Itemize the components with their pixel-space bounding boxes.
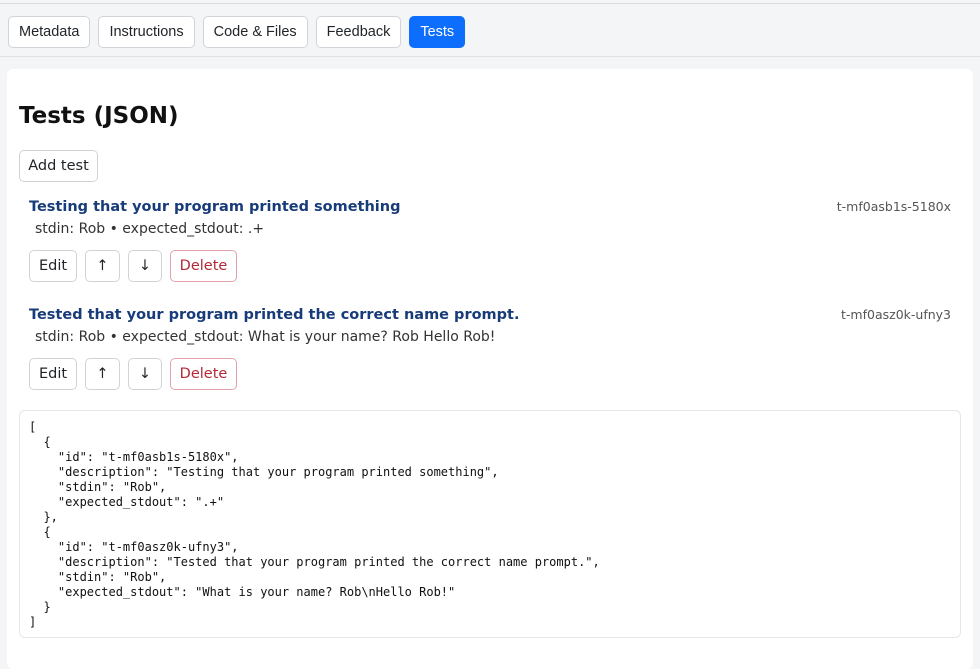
tab-instructions[interactable]: Instructions [98,16,195,48]
delete-button[interactable]: Delete [170,250,237,282]
page-title: Tests (JSON) [19,103,179,129]
top-border [0,3,980,4]
add-test-button[interactable]: Add test [19,150,98,182]
move-up-button[interactable]: ↑ [85,358,120,390]
test-description: Testing that your program printed someth… [29,199,401,215]
move-down-button[interactable]: ↓ [128,250,162,282]
edit-button[interactable]: Edit [29,250,77,282]
tab-metadata[interactable]: Metadata [8,16,91,48]
test-id: t-mf0asz0k-ufny3 [841,307,951,322]
tab-tests[interactable]: Tests [409,16,466,48]
delete-button[interactable]: Delete [170,358,237,390]
edit-button[interactable]: Edit [29,358,77,390]
tests-json-editor[interactable]: [ { "id": "t-mf0asb1s-5180x", "descripti… [19,410,961,638]
move-down-button[interactable]: ↓ [128,358,162,390]
tab-feedback[interactable]: Feedback [315,16,402,48]
tab-code-files[interactable]: Code & Files [202,16,308,48]
tab-bar: Metadata Instructions Code & Files Feedb… [8,16,466,48]
tab-bar-divider [0,56,980,57]
tests-json-text: [ { "id": "t-mf0asb1s-5180x", "descripti… [29,420,600,629]
test-meta: stdin: Rob • expected_stdout: What is yo… [35,329,496,345]
test-description: Tested that your program printed the cor… [29,307,520,323]
move-up-button[interactable]: ↑ [85,250,120,282]
test-id: t-mf0asb1s-5180x [836,199,951,214]
test-meta: stdin: Rob • expected_stdout: .+ [35,221,265,237]
